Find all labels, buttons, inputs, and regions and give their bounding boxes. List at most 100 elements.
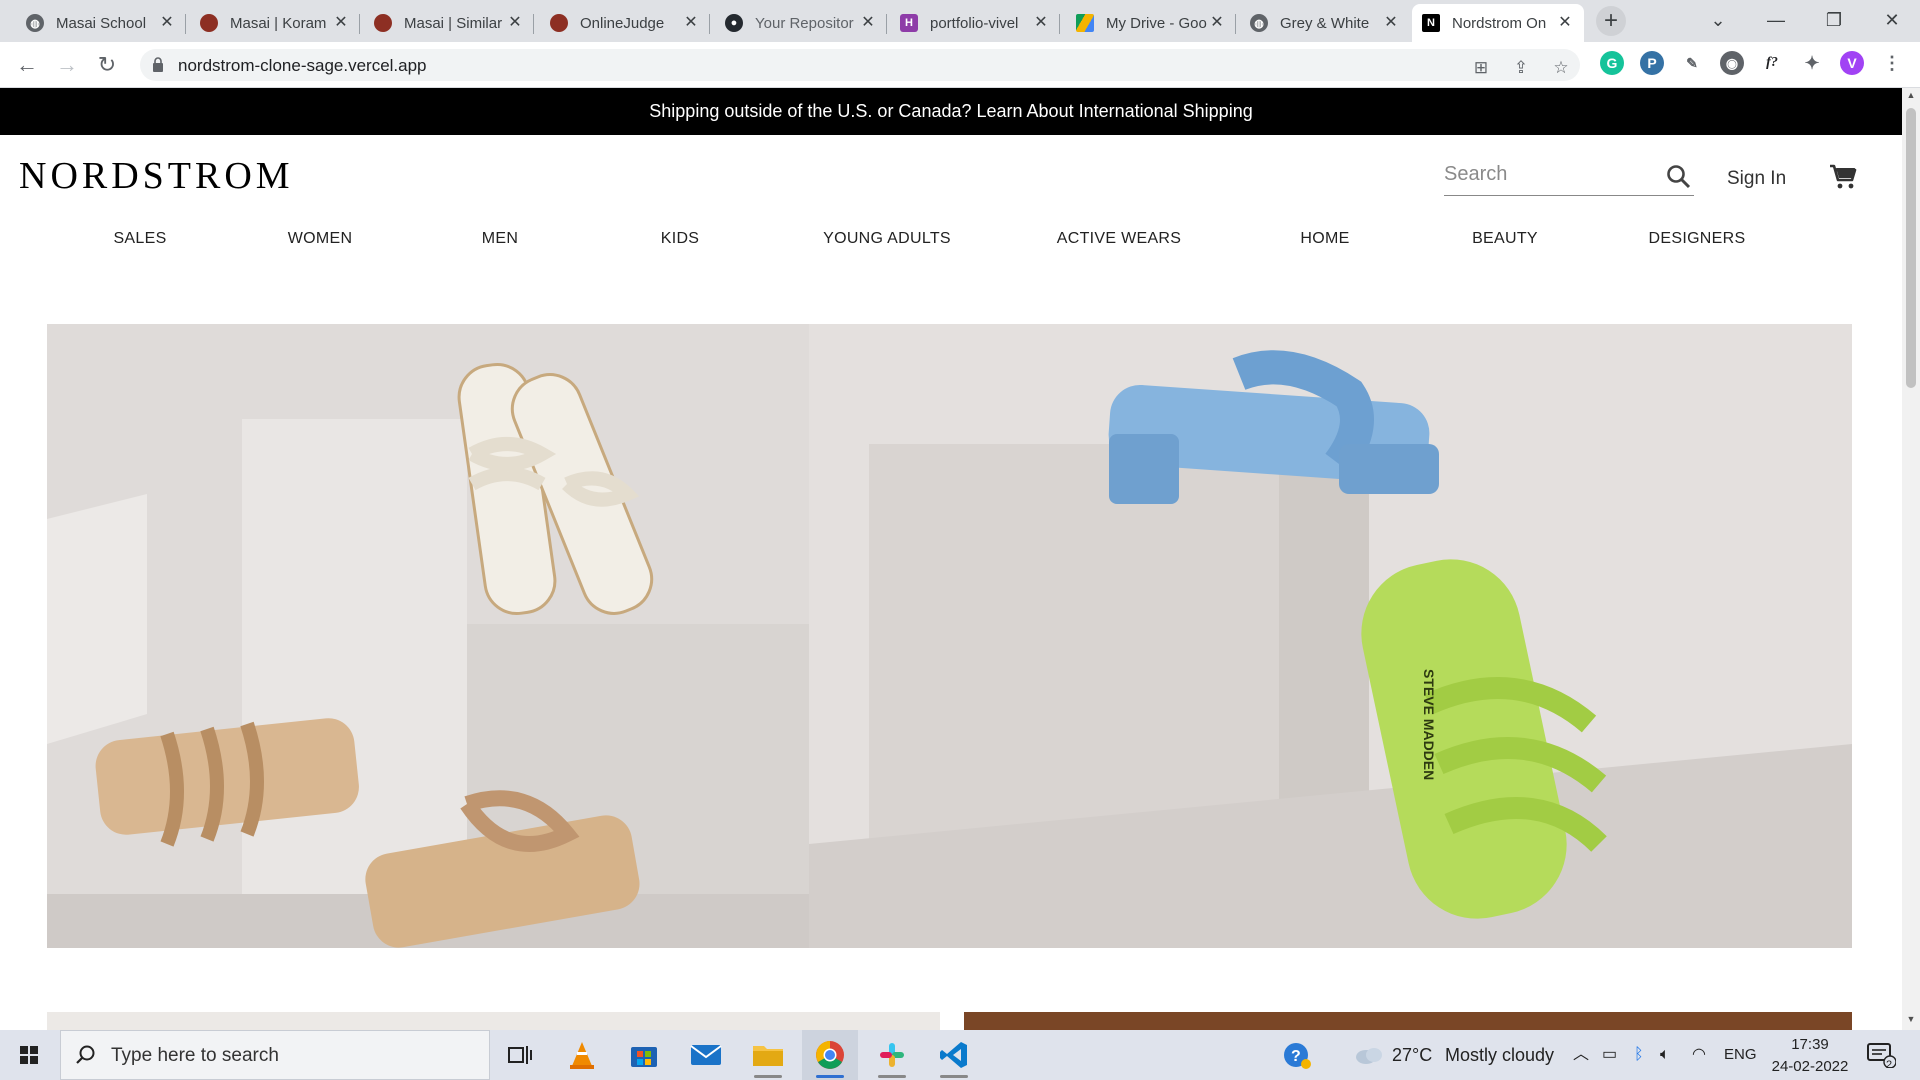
show-hidden-icons-chevron[interactable]: ︿ — [1573, 1030, 1589, 1080]
weather-temperature[interactable]: 27°C — [1392, 1030, 1432, 1080]
tab-title: Masai School — [56, 14, 147, 32]
translate-icon[interactable]: ⊞ — [1470, 57, 1492, 79]
steve-madden-print: STEVE MADDEN — [1421, 669, 1437, 780]
nav-sales[interactable]: SALES — [113, 230, 166, 248]
forward-button[interactable]: → — [52, 50, 82, 80]
close-window-button[interactable]: ✕ — [1864, 0, 1920, 42]
windows-start-icon[interactable] — [0, 1030, 58, 1080]
formula-icon[interactable]: f? — [1760, 51, 1784, 75]
bookmark-star-icon[interactable]: ☆ — [1550, 57, 1572, 79]
minimize-button[interactable]: — — [1748, 0, 1804, 42]
vscode-icon[interactable] — [926, 1030, 982, 1080]
tab-masai-koram[interactable]: Masai | Koram ✕ — [190, 4, 360, 42]
search-box — [1444, 156, 1694, 196]
hero-right-panel: STEVE MADDEN — [809, 324, 1852, 948]
tab-title: Nordstrom On — [1452, 14, 1547, 32]
tab-title: OnlineJudge — [580, 14, 665, 32]
bluetooth-icon[interactable]: ᛒ — [1634, 1030, 1644, 1080]
tab-search-chevron-icon[interactable]: ⌄ — [1690, 0, 1746, 42]
search-input[interactable] — [1444, 156, 1644, 192]
tab-title: Your Repositor — [755, 14, 854, 32]
language-indicator[interactable]: ENG — [1724, 1030, 1757, 1080]
microsoft-store-icon[interactable] — [616, 1030, 672, 1080]
tab-github-repositories[interactable]: ● Your Repositor ✕ — [715, 4, 887, 42]
slack-icon[interactable] — [864, 1030, 920, 1080]
new-tab-button[interactable]: + — [1596, 6, 1626, 36]
close-icon[interactable]: ✕ — [859, 14, 877, 32]
nav-active-wears[interactable]: ACTIVE WEARS — [1057, 230, 1182, 248]
close-icon[interactable]: ✕ — [1382, 14, 1400, 32]
file-explorer-icon[interactable] — [740, 1030, 796, 1080]
back-button[interactable]: ← — [12, 50, 42, 80]
mail-icon[interactable] — [678, 1030, 734, 1080]
share-icon[interactable]: ⇪ — [1510, 57, 1532, 79]
screen-record-icon[interactable]: ◉ — [1720, 51, 1744, 75]
close-icon[interactable]: ✕ — [332, 14, 350, 32]
promo-tile-right[interactable] — [964, 1012, 1852, 1030]
eyedropper-icon[interactable]: ✎ — [1680, 51, 1704, 75]
nav-young-adults[interactable]: YOUNG ADULTS — [823, 230, 951, 248]
tab-portfolio[interactable]: H portfolio-vivel ✕ — [890, 4, 1060, 42]
close-icon[interactable]: ✕ — [506, 14, 524, 32]
nav-designers[interactable]: DESIGNERS — [1649, 230, 1746, 248]
close-icon[interactable]: ✕ — [1208, 14, 1226, 32]
tab-masai-similar[interactable]: Masai | Similar ✕ — [364, 4, 534, 42]
close-icon[interactable]: ✕ — [158, 14, 176, 32]
nordstrom-logo[interactable]: NORDSTROM — [19, 154, 294, 198]
extensions-puzzle-icon[interactable]: ✦ — [1800, 51, 1824, 75]
browser-tab-strip: ◍ Masai School ✕ Masai | Koram ✕ Masai |… — [0, 0, 1920, 42]
nav-women[interactable]: WOMEN — [288, 230, 353, 248]
page-scrollbar[interactable]: ▲ ▼ — [1902, 88, 1920, 1030]
volume-icon[interactable]: 🔈︎ — [1660, 1030, 1670, 1080]
nav-home[interactable]: HOME — [1300, 230, 1349, 248]
wifi-icon[interactable]: ◠ — [1692, 1030, 1706, 1080]
menu-kebab-icon[interactable]: ⋮ — [1880, 51, 1904, 75]
globe-icon: ◍ — [26, 14, 44, 32]
tab-masai-school[interactable]: ◍ Masai School ✕ — [16, 4, 186, 42]
tab-title: Masai | Koram — [230, 14, 327, 32]
tab-google-drive[interactable]: My Drive - Goo ✕ — [1066, 4, 1236, 42]
chrome-icon[interactable] — [802, 1030, 858, 1080]
address-bar[interactable]: nordstrom-clone-sage.vercel.app ⊞ ⇪ ☆ — [140, 49, 1580, 81]
close-icon[interactable]: ✕ — [682, 14, 700, 32]
tab-onlinejudge[interactable]: OnlineJudge ✕ — [540, 4, 710, 42]
shipping-banner[interactable]: Shipping outside of the U.S. or Canada? … — [0, 88, 1902, 135]
close-icon[interactable]: ✕ — [1032, 14, 1050, 32]
nav-kids[interactable]: KIDS — [661, 230, 700, 248]
notification-center-icon[interactable]: 2 — [1866, 1030, 1897, 1080]
scroll-thumb[interactable] — [1906, 108, 1916, 388]
reload-button[interactable]: ↻ — [92, 50, 122, 80]
taskbar-search-box[interactable]: Type here to search — [60, 1030, 490, 1080]
restore-button[interactable]: ❐ — [1806, 0, 1862, 42]
grammarly-icon[interactable]: G — [1600, 51, 1624, 75]
search-icon — [76, 1045, 95, 1064]
python-icon[interactable]: P — [1640, 51, 1664, 75]
clock-time[interactable]: 17:39 — [1770, 1034, 1850, 1056]
browser-toolbar: ← → ↻ nordstrom-clone-sage.vercel.app ⊞ … — [0, 42, 1920, 88]
sign-in-link[interactable]: Sign In — [1727, 168, 1786, 190]
nav-men[interactable]: MEN — [482, 230, 518, 248]
hero-left-panel — [47, 324, 809, 948]
weather-description[interactable]: Mostly cloudy — [1445, 1030, 1554, 1080]
sandals-illustration-left — [47, 362, 809, 948]
tab-title: Grey & White — [1280, 14, 1370, 32]
scroll-down-arrow[interactable]: ▼ — [1902, 1014, 1920, 1028]
task-view-icon[interactable] — [492, 1030, 548, 1080]
scroll-up-arrow[interactable]: ▲ — [1902, 90, 1920, 104]
help-icon[interactable]: ? — [1282, 1030, 1312, 1080]
profile-avatar[interactable]: V — [1840, 51, 1864, 75]
weather-cloud-icon[interactable] — [1354, 1030, 1384, 1080]
tab-grey-white[interactable]: ◍ Grey & White ✕ — [1240, 4, 1410, 42]
promo-tile-left[interactable] — [47, 1012, 940, 1030]
hero-banner-image[interactable]: STEVE MADDEN — [47, 324, 1852, 948]
tab-nordstrom-active[interactable]: N Nordstrom On ✕ — [1412, 4, 1584, 42]
close-icon[interactable]: ✕ — [1556, 14, 1574, 32]
clock-date[interactable]: 24-02-2022 — [1770, 1056, 1850, 1078]
vlc-icon[interactable] — [554, 1030, 610, 1080]
battery-icon[interactable]: ▭ — [1602, 1030, 1617, 1080]
balloon-icon — [374, 14, 392, 32]
nav-beauty[interactable]: BEAUTY — [1472, 230, 1538, 248]
search-icon[interactable] — [1666, 164, 1692, 190]
balloon-icon — [200, 14, 218, 32]
shopping-cart-icon[interactable] — [1828, 162, 1858, 192]
